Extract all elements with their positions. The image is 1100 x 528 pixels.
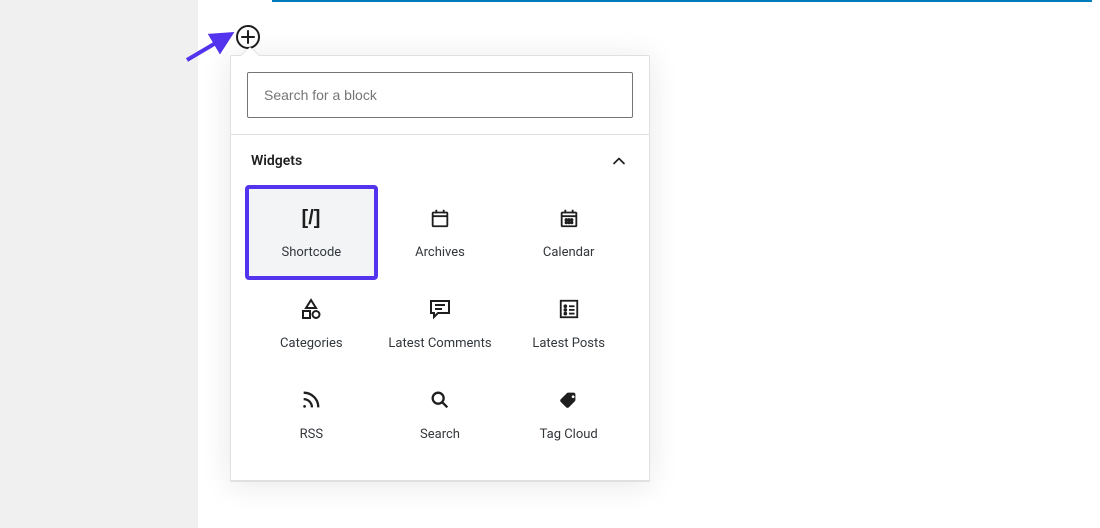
search-container [231,56,649,134]
categories-icon [299,294,323,324]
rss-icon [300,385,322,415]
block-latest-posts[interactable]: Latest Posts [504,278,633,369]
block-shortcode[interactable]: [/] Shortcode [247,187,376,278]
block-label: Latest Posts [532,336,605,351]
tag-cloud-icon [558,385,580,415]
block-tag-cloud[interactable]: Tag Cloud [504,369,633,460]
block-label: Shortcode [281,245,341,260]
plus-icon [241,30,255,44]
svg-text:[/]: [/] [302,207,321,229]
block-label: Archives [415,245,465,260]
search-icon [429,385,451,415]
popover-caret [241,47,259,56]
search-input[interactable] [247,72,633,118]
block-label: Search [420,427,460,442]
latest-posts-icon [558,294,580,324]
block-label: Tag Cloud [540,427,598,442]
block-grid: [/] Shortcode Archives [231,187,649,480]
block-archives[interactable]: Archives [376,187,505,278]
block-inserter-popover: Widgets [/] Shortcode Archives [230,55,650,482]
left-sidebar-panel [0,0,198,528]
chevron-up-icon [609,151,629,171]
top-accent-bar [272,0,1092,2]
calendar-icon [558,203,580,233]
block-rss[interactable]: RSS [247,369,376,460]
block-search[interactable]: Search [376,369,505,460]
block-label: Latest Comments [388,336,491,351]
block-label: Categories [280,336,343,351]
divider [231,480,649,481]
section-title: Widgets [251,153,302,169]
shortcode-icon: [/] [297,203,325,233]
latest-comments-icon [428,294,452,324]
archives-icon [429,203,451,233]
block-latest-comments[interactable]: Latest Comments [376,278,505,369]
block-label: Calendar [543,245,595,260]
add-block-button[interactable] [236,25,260,49]
block-label: RSS [300,427,323,442]
block-calendar[interactable]: Calendar [504,187,633,278]
widgets-section-header[interactable]: Widgets [231,135,649,187]
block-categories[interactable]: Categories [247,278,376,369]
